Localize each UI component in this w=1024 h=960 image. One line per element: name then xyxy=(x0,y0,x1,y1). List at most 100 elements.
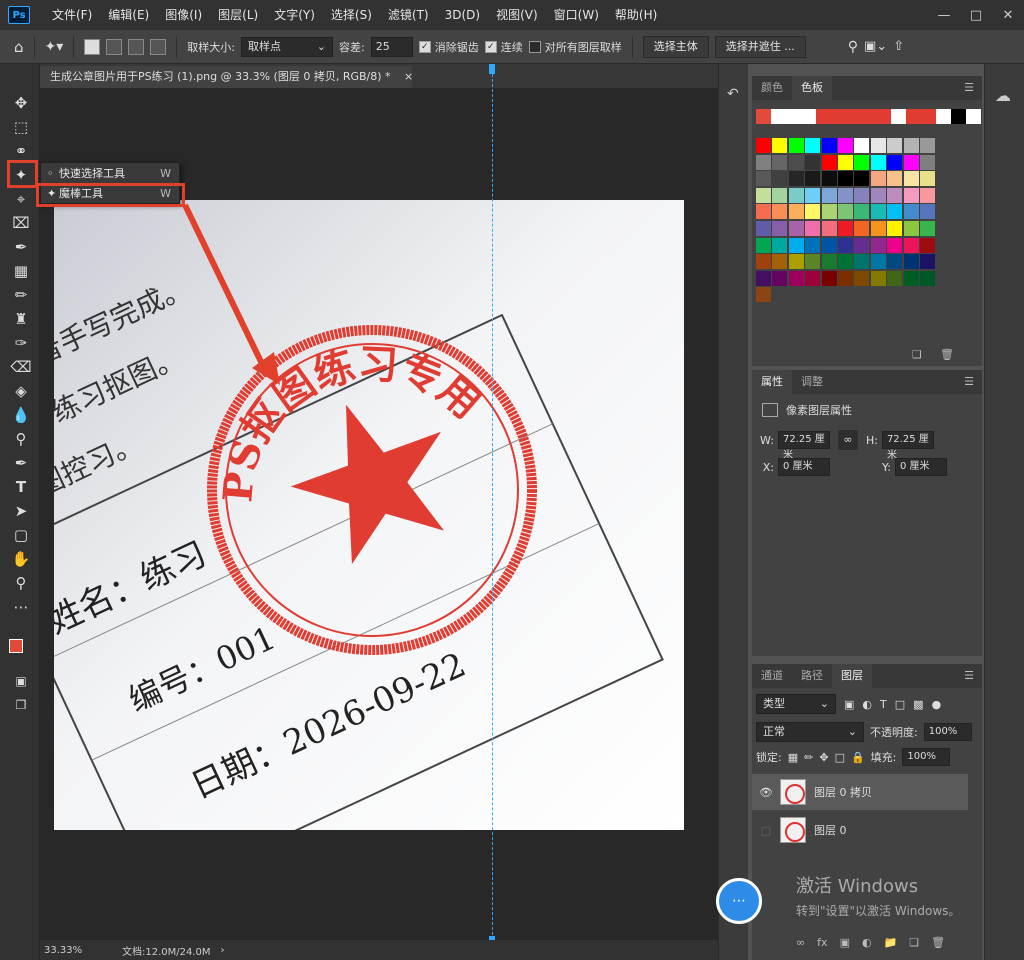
color-swatch[interactable] xyxy=(838,138,853,153)
color-swatch[interactable] xyxy=(854,221,870,236)
select-and-mask-button[interactable]: 选择并遮住 ... xyxy=(714,35,806,58)
tab-properties[interactable]: 属性 xyxy=(752,370,792,394)
lock-paint-icon[interactable]: ✏ xyxy=(804,751,813,764)
panel-menu-icon[interactable]: ☰ xyxy=(964,370,974,394)
color-swatch[interactable] xyxy=(854,254,870,270)
more-tools-icon[interactable]: ⋯ xyxy=(8,596,34,618)
color-swatch[interactable] xyxy=(772,254,788,270)
link-icon[interactable]: ∞ xyxy=(837,430,858,450)
color-swatch[interactable] xyxy=(821,221,837,236)
color-swatch[interactable] xyxy=(854,171,870,187)
tab-swatches[interactable]: 色板 xyxy=(792,76,832,100)
vertical-guide[interactable] xyxy=(492,64,493,960)
home-icon[interactable]: ⌂ xyxy=(14,38,24,56)
recent-swatch[interactable] xyxy=(951,109,966,124)
frame-tool-icon[interactable]: ⌧ xyxy=(8,212,34,234)
color-swatch[interactable] xyxy=(756,237,771,253)
color-swatch[interactable] xyxy=(821,187,837,203)
recent-swatch[interactable] xyxy=(936,109,951,124)
color-swatch[interactable] xyxy=(838,204,853,220)
layer-row[interactable]: 👁 图层 0 拷贝 xyxy=(752,774,968,810)
color-swatch[interactable] xyxy=(772,171,788,187)
trash-icon[interactable]: 🗑 xyxy=(931,936,945,949)
color-swatch[interactable] xyxy=(788,187,804,203)
color-swatch[interactable] xyxy=(903,187,919,203)
color-swatch[interactable] xyxy=(903,237,919,253)
recent-swatch[interactable] xyxy=(906,109,921,124)
recent-swatch[interactable] xyxy=(876,109,891,124)
color-swatch[interactable] xyxy=(788,204,804,220)
contiguous-checkbox[interactable]: ✓ 连续 xyxy=(484,39,523,55)
layer-name[interactable]: 图层 0 拷贝 xyxy=(814,784,872,800)
color-swatch[interactable] xyxy=(903,138,919,153)
recent-swatch[interactable] xyxy=(891,109,906,124)
brush-tool-icon[interactable]: ✏ xyxy=(8,284,34,306)
color-swatch[interactable] xyxy=(805,221,821,236)
color-swatch[interactable] xyxy=(903,154,919,170)
color-swatch[interactable] xyxy=(772,187,788,203)
menu-file[interactable]: 文件(F) xyxy=(44,0,100,30)
color-swatch[interactable] xyxy=(772,154,788,170)
color-swatch[interactable] xyxy=(838,154,853,170)
recent-swatch[interactable] xyxy=(966,109,981,124)
color-swatch[interactable] xyxy=(805,204,821,220)
y-input[interactable]: 0 厘米 xyxy=(894,458,947,476)
color-swatch[interactable] xyxy=(838,254,853,270)
history-brush-tool-icon[interactable]: ✑ xyxy=(8,332,34,354)
color-swatch[interactable] xyxy=(870,154,886,170)
marquee-tool-icon[interactable]: ⬚ xyxy=(8,116,34,138)
color-swatch[interactable] xyxy=(772,270,788,286)
document-tab[interactable]: 生成公章图片用于PS练习 (1).png @ 33.3% (图层 0 拷贝, R… xyxy=(40,66,413,88)
tab-paths[interactable]: 路径 xyxy=(792,664,832,688)
tab-channels[interactable]: 通道 xyxy=(752,664,792,688)
close-tab-icon[interactable]: × xyxy=(404,70,413,83)
color-swatch[interactable] xyxy=(772,237,788,253)
color-swatch[interactable] xyxy=(821,171,837,187)
filter-pixel-icon[interactable]: ▣ xyxy=(844,698,854,711)
eraser-tool-icon[interactable]: ⌫ xyxy=(8,356,34,378)
menu-type[interactable]: 文字(Y) xyxy=(266,0,323,30)
color-swatch[interactable] xyxy=(821,237,837,253)
tab-adjustments[interactable]: 调整 xyxy=(792,370,832,394)
recent-swatch[interactable] xyxy=(756,109,771,124)
color-swatch[interactable] xyxy=(821,154,837,170)
color-swatch[interactable] xyxy=(870,171,886,187)
color-swatch[interactable] xyxy=(920,204,935,220)
screen-mode-icon[interactable]: ❐ xyxy=(8,694,34,716)
color-swatch[interactable] xyxy=(805,270,821,286)
pen-tool-icon[interactable]: ✒ xyxy=(8,452,34,474)
color-swatch[interactable] xyxy=(788,270,804,286)
menu-view[interactable]: 视图(V) xyxy=(488,0,546,30)
visibility-box[interactable]: □ xyxy=(752,824,780,837)
filter-adjust-icon[interactable]: ◐ xyxy=(862,698,872,711)
recent-swatch[interactable] xyxy=(861,109,876,124)
recent-swatch[interactable] xyxy=(846,109,861,124)
color-swatch[interactable] xyxy=(838,221,853,236)
color-swatch[interactable] xyxy=(821,204,837,220)
color-swatch[interactable] xyxy=(788,138,804,153)
status-menu-arrow[interactable]: › xyxy=(221,945,225,956)
tolerance-input[interactable]: 25 xyxy=(370,36,413,57)
close-icon[interactable]: ✕ xyxy=(992,8,1024,23)
menu-edit[interactable]: 编辑(E) xyxy=(100,0,157,30)
color-swatch[interactable] xyxy=(920,138,935,153)
new-layer-icon[interactable]: ❏ xyxy=(909,936,919,949)
crop-tool-icon[interactable]: ⌖ xyxy=(8,188,34,210)
document-canvas[interactable]: 要求打字或者手写完成。 用于练习练习抠图。 手抄图控习。 姓名：练习 编号：00… xyxy=(54,200,684,830)
color-swatch[interactable] xyxy=(870,254,886,270)
color-swatch[interactable] xyxy=(805,171,821,187)
color-swatch[interactable] xyxy=(821,138,837,153)
dodge-tool-icon[interactable]: ⚲ xyxy=(8,428,34,450)
color-swatch[interactable] xyxy=(788,221,804,236)
blend-mode-select[interactable]: 正常 ⌄ xyxy=(756,722,864,742)
color-swatch[interactable] xyxy=(838,270,853,286)
color-swatch[interactable] xyxy=(903,171,919,187)
menu-image[interactable]: 图像(I) xyxy=(157,0,210,30)
color-swatch[interactable] xyxy=(805,154,821,170)
color-swatch[interactable] xyxy=(887,254,903,270)
color-swatch[interactable] xyxy=(854,237,870,253)
menu-3d[interactable]: 3D(D) xyxy=(437,0,488,30)
color-swatch[interactable] xyxy=(887,171,903,187)
color-swatch[interactable] xyxy=(805,254,821,270)
color-swatch[interactable] xyxy=(788,171,804,187)
